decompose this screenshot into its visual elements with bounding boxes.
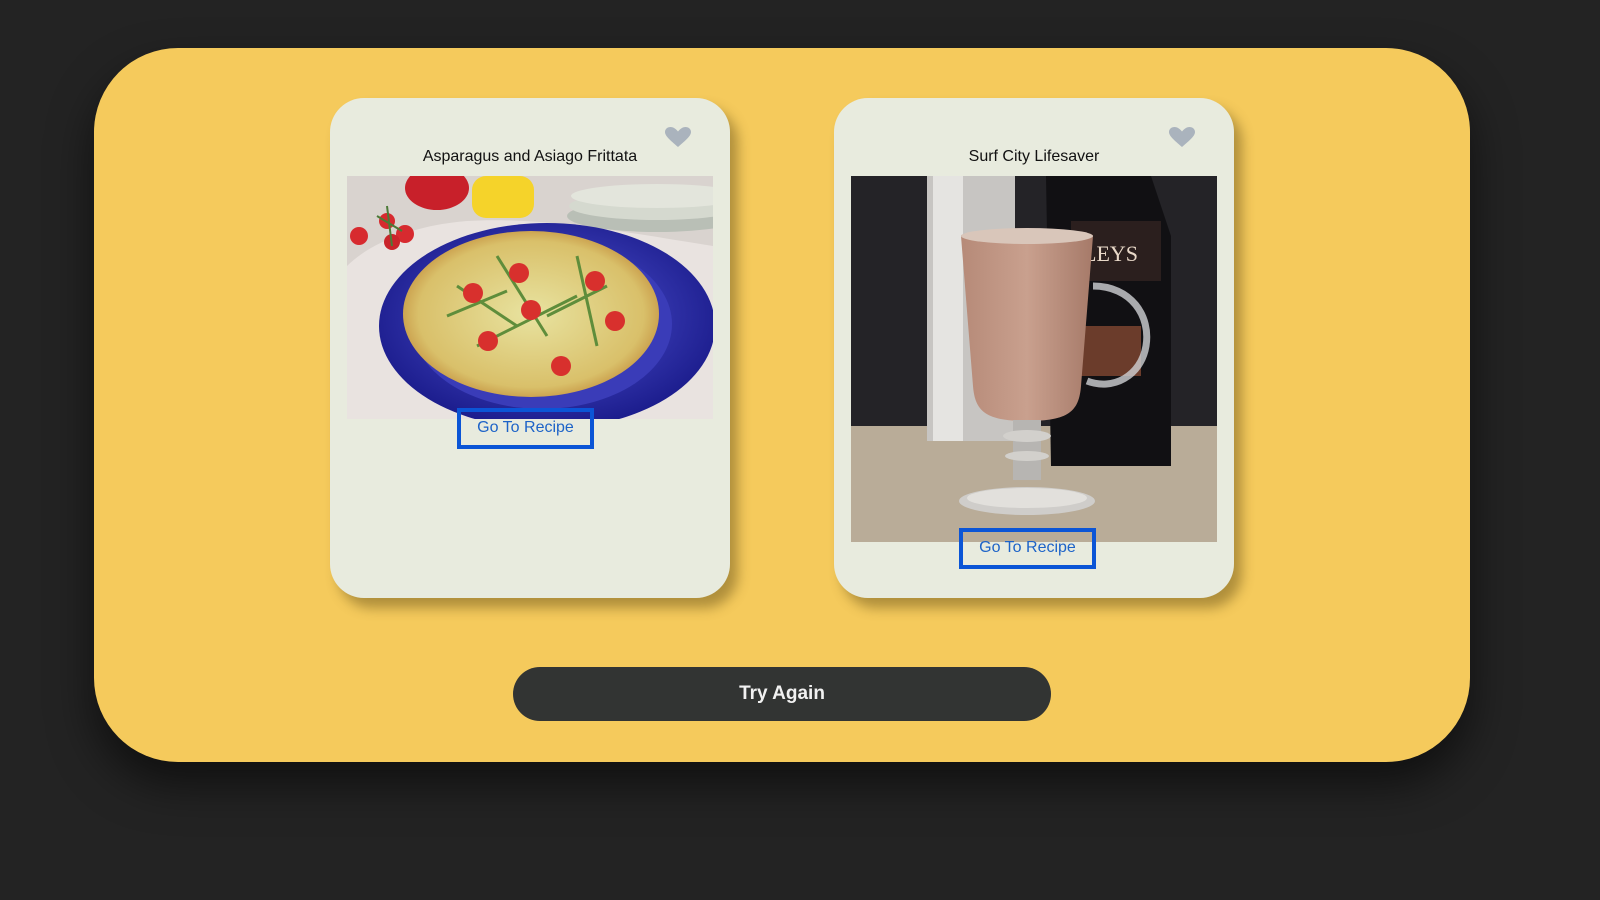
result-panel: Asparagus and Asiago Frittata Go To Reci…	[94, 48, 1470, 762]
recipe-photo: LEYS	[851, 176, 1217, 542]
recipe-card: Asparagus and Asiago Frittata Go To Reci…	[330, 98, 730, 598]
try-again-button[interactable]: Try Again	[513, 667, 1051, 721]
go-to-recipe-link[interactable]: Go To Recipe	[457, 408, 594, 449]
recipe-title: Asparagus and Asiago Frittata	[422, 148, 638, 165]
heart-icon[interactable]	[664, 126, 692, 148]
recipe-title: Surf City Lifesaver	[968, 148, 1100, 165]
go-to-recipe-link[interactable]: Go To Recipe	[959, 528, 1096, 569]
recipe-card: Surf City Lifesaver LEYS Go To Recipe	[834, 98, 1234, 598]
recipe-photo	[347, 176, 713, 419]
heart-icon[interactable]	[1168, 126, 1196, 148]
